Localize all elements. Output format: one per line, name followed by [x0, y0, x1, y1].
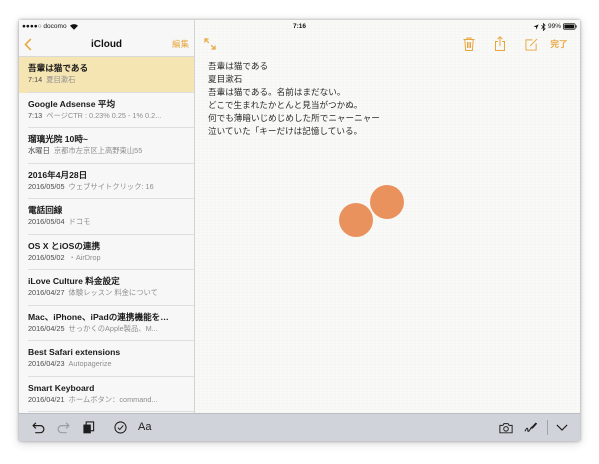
- note-date: 2016/05/05: [28, 181, 65, 191]
- note-preview: ホームボタン：command...: [68, 394, 158, 404]
- note-title: Best Safari extensions: [28, 347, 121, 357]
- note-subtitle: 7:13 ページCTR : 0.23% 0.25 - 1% 0.2...: [28, 111, 188, 121]
- note-list-item[interactable]: 吾輩は猫である 7:14 夏目漱石: [19, 57, 194, 93]
- sidebar-title: iCloud: [90, 39, 123, 50]
- toolbar-divider: [547, 420, 548, 435]
- undo-icon[interactable]: [32, 421, 45, 434]
- format-button[interactable]: Aa: [138, 420, 151, 434]
- note-preview: ・AirDrop: [68, 252, 101, 262]
- status-bar: ●●●●○ docomo 7:16 99%: [19, 20, 580, 33]
- note-preview: ドコモ: [68, 217, 91, 226]
- note-text-area[interactable]: 吾輩は猫である 夏目漱石 吾輩は猫である。名前はまだない。 どこで生まれたかとん…: [208, 60, 568, 138]
- sidebar-header: iCloud 編集: [19, 33, 194, 57]
- note-subtitle: 2016/04/21 ホームボタン：command...: [28, 395, 188, 405]
- note-preview: 京都市左京区上高野東山55: [53, 146, 143, 155]
- camera-icon[interactable]: [499, 422, 513, 434]
- note-title: iLove Culture 料金設定: [28, 276, 120, 286]
- note-line[interactable]: 夏目漱石: [208, 73, 568, 86]
- compose-icon[interactable]: [525, 38, 538, 51]
- touch-indicator: [339, 203, 373, 237]
- note-line[interactable]: 吾輩は猫である: [208, 60, 568, 73]
- note-list-item[interactable]: Mac、iPhone、iPadの連携機能を… 2016/04/25 せっかくのAp…: [19, 306, 194, 342]
- note-list-item[interactable]: 電話回線 2016/05/04 ドコモ: [19, 199, 194, 235]
- checklist-icon[interactable]: [114, 421, 127, 434]
- note-line[interactable]: 吾輩は猫である。名前はまだない。: [208, 86, 568, 99]
- paste-icon[interactable]: [82, 421, 95, 434]
- redo-icon[interactable]: [57, 421, 70, 434]
- note-title: Mac、iPhone、iPadの連携機能を…: [28, 311, 169, 322]
- note-date: 7:14: [28, 75, 43, 84]
- done-button[interactable]: 完了: [548, 39, 570, 50]
- note-subtitle: 2016/05/05 ウェブサイトクリック: 16: [28, 182, 188, 192]
- note-preview: Autopagerize: [68, 359, 112, 368]
- share-icon[interactable]: [494, 36, 506, 51]
- note-date: 2016/05/04: [28, 217, 65, 226]
- note-preview: せっかくのApple製品、M...: [68, 323, 158, 333]
- note-title: 吾輩は猫である: [28, 63, 89, 73]
- note-preview: ページCTR : 0.23% 0.25 - 1% 0.2...: [46, 110, 162, 120]
- note-subtitle: 7:14 夏目漱石: [28, 75, 188, 85]
- battery-percent: 99%: [547, 23, 561, 30]
- note-line[interactable]: 泣いていた「キーだけは記憶している。: [208, 125, 568, 138]
- note-line[interactable]: 何でも薄暗いじめじめした所でニャーニャー: [208, 112, 568, 125]
- note-date: 2016/04/27: [28, 288, 65, 297]
- hide-keyboard-icon[interactable]: [556, 424, 568, 431]
- note-title: 電話回線: [28, 205, 63, 215]
- note-preview: 夏目漱石: [46, 75, 76, 84]
- note-title: 2016年4月28日: [28, 169, 88, 180]
- notes-sidebar: iCloud 編集 吾輩は猫である 7:14 夏目漱石 Google Adsens…: [19, 20, 195, 413]
- note-list-item[interactable]: 2016年4月28日 2016/05/05 ウェブサイトクリック: 16: [19, 164, 194, 200]
- note-list-item[interactable]: OS X とiOSの連携 2016/05/02 ・AirDrop: [19, 235, 194, 271]
- sketch-icon[interactable]: [524, 421, 537, 434]
- note-preview: 体験レッスン 料金について: [68, 288, 158, 297]
- note-subtitle: 水曜日 京都市左京区上高野東山55: [28, 146, 188, 156]
- note-title: OS X とiOSの連携: [28, 240, 101, 251]
- edit-button[interactable]: 編集: [172, 39, 189, 50]
- keyboard-shortcut-bar: Aa: [19, 413, 580, 441]
- note-subtitle: 2016/05/04 ドコモ: [28, 217, 188, 227]
- note-list: 吾輩は猫である 7:14 夏目漱石 Google Adsense 平均 7:13 ペ…: [19, 57, 194, 412]
- note-list-item[interactable]: 瑠璃光院 10時~ 水曜日 京都市左京区上高野東山55: [19, 128, 194, 164]
- status-time: 7:16: [292, 23, 306, 30]
- bluetooth-icon: [541, 22, 546, 31]
- note-line[interactable]: どこで生まれたかとんと見当がつかぬ。: [208, 99, 568, 112]
- note-list-item[interactable]: Smart Keyboard 2016/04/21 ホームボタン：command.…: [19, 377, 194, 413]
- status-right: 99%: [533, 20, 577, 33]
- note-date: 2016/05/02: [28, 252, 65, 262]
- note-list-item[interactable]: Best Safari extensions 2016/04/23 Autopag…: [19, 341, 194, 377]
- trash-icon[interactable]: [463, 37, 475, 51]
- note-date: 2016/04/23: [28, 359, 65, 368]
- ipad-screen: ●●●●○ docomo 7:16 99% iCloud 編集 吾輩は猫である …: [19, 20, 580, 441]
- note-title: 瑠璃光院 10時~: [28, 134, 88, 144]
- note-date: 2016/04/21: [28, 394, 65, 404]
- note-subtitle: 2016/05/02 ・AirDrop: [28, 253, 188, 263]
- note-date: 2016/04/25: [28, 323, 65, 333]
- battery-icon: [563, 23, 577, 30]
- note-date: 水曜日: [28, 146, 50, 155]
- expand-icon[interactable]: [204, 38, 216, 50]
- note-list-item[interactable]: Google Adsense 平均 7:13 ページCTR : 0.23% 0.2…: [19, 93, 194, 129]
- note-list-item[interactable]: iLove Culture 料金設定 2016/04/27 体験レッスン 料金につ…: [19, 270, 194, 306]
- note-subtitle: 2016/04/25 せっかくのApple製品、M...: [28, 324, 188, 334]
- note-date: 7:13: [28, 110, 43, 120]
- note-title: Google Adsense 平均: [28, 98, 116, 109]
- note-subtitle: 2016/04/23 Autopagerize: [28, 359, 188, 369]
- note-subtitle: 2016/04/27 体験レッスン 料金について: [28, 288, 188, 298]
- location-icon: [533, 23, 539, 30]
- touch-indicator: [370, 185, 404, 219]
- note-preview: ウェブサイトクリック: 16: [68, 181, 154, 191]
- note-title: Smart Keyboard: [28, 382, 95, 393]
